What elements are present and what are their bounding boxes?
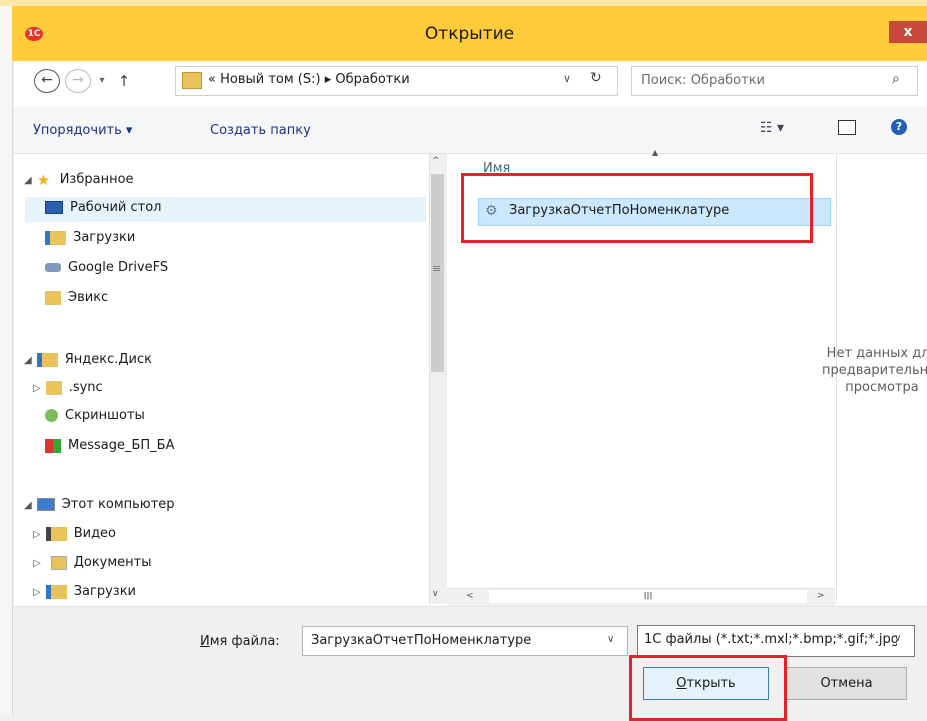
app-icon (45, 438, 61, 453)
screenshots-icon (45, 409, 58, 422)
help-icon[interactable]: ? (891, 119, 907, 135)
search-icon[interactable]: ⌕ (892, 71, 900, 87)
background-window-edge (0, 6, 13, 715)
nav-item[interactable]: ▷ Документы (33, 555, 152, 570)
downloads-folder-icon (45, 230, 66, 245)
collapsed-arrow-icon[interactable]: ▷ (33, 529, 41, 540)
expanded-arrow-icon[interactable]: ◢ (24, 500, 32, 511)
organize-button[interactable]: Упорядочить ▾ (33, 123, 132, 138)
up-button[interactable]: ↑ (114, 69, 134, 93)
nav-item-label: Яндекс.Диск (64, 352, 152, 367)
scroll-left-icon[interactable]: < (466, 591, 474, 601)
nav-item[interactable]: Эвикс (45, 290, 108, 305)
filename-label: Имя файла: (200, 634, 280, 649)
nav-item-label: Рабочий стол (70, 200, 162, 215)
desktop-icon (45, 201, 63, 214)
nav-item-label: Google DriveFS (68, 260, 169, 275)
scroll-right-icon[interactable]: > (817, 591, 825, 601)
expanded-arrow-icon[interactable]: ◢ (24, 175, 32, 186)
nav-item-label: Скриншоты (65, 408, 145, 423)
star-icon: ★ (36, 170, 51, 189)
computer-icon (36, 498, 55, 511)
search-placeholder: Поиск: Обработки (641, 73, 766, 88)
highlight-open-annotation (629, 655, 787, 721)
recent-locations-button[interactable]: ▾ (93, 69, 111, 93)
nav-item[interactable]: ▷ .sync (33, 380, 103, 395)
new-folder-button[interactable]: Создать папку (210, 123, 311, 138)
nav-item-label: .sync (68, 380, 103, 395)
nav-item-label: Загрузки (73, 230, 136, 245)
nav-item[interactable]: Рабочий стол (45, 200, 161, 215)
nav-item[interactable]: ▷ Видео (33, 526, 116, 541)
nav-item-label: Загрузки (73, 584, 136, 599)
folder-icon (45, 290, 61, 305)
forward-button[interactable]: → (65, 69, 91, 93)
video-folder-icon (45, 526, 67, 541)
nav-item-label: Эвикс (68, 290, 109, 305)
nav-item-label: Документы (73, 555, 152, 570)
view-options-icon[interactable]: ☷ ▾ (760, 120, 784, 136)
nav-item-label: Избранное (59, 172, 134, 187)
breadcrumb[interactable]: « Новый том (S:) ▸ Обработки (208, 72, 410, 87)
nav-item[interactable]: Скриншоты (45, 408, 145, 423)
collapsed-arrow-icon[interactable]: ▷ (33, 383, 41, 394)
preview-empty-text: Нет данных для предварительного просмотр… (822, 346, 927, 395)
filetype-value[interactable]: 1С файлы (*.txt;*.mxl;*.bmp;*.gif;*.jpg;… (644, 632, 897, 647)
nav-item[interactable]: Message_БП_БА (45, 438, 174, 453)
nav-item-label: Этот компьютер (61, 497, 175, 512)
refresh-button[interactable]: ↻ (590, 70, 602, 86)
nav-item[interactable]: ◢ Этот компьютер (24, 497, 175, 512)
yandex-disk-icon (36, 352, 58, 367)
documents-folder-icon (45, 555, 67, 570)
nav-item[interactable]: ◢ ★ Избранное (24, 172, 134, 187)
close-button[interactable]: x (889, 21, 927, 43)
folder-icon (182, 72, 202, 89)
drive-icon (45, 263, 61, 272)
nav-item-label: Message_БП_БА (68, 438, 175, 453)
preview-pane-icon[interactable] (838, 120, 856, 135)
file-hscroll-thumb[interactable]: III (489, 590, 807, 603)
filetype-dropdown-icon[interactable]: ∨ (894, 633, 901, 644)
collapsed-arrow-icon[interactable]: ▷ (33, 558, 41, 569)
expanded-arrow-icon[interactable]: ◢ (24, 355, 32, 366)
filename-value[interactable]: ЗагрузкаОтчетПоНоменклатуре (311, 633, 531, 648)
path-dropdown-icon[interactable]: ∨ (563, 72, 571, 85)
nav-item[interactable]: Загрузки (45, 230, 135, 245)
folder-icon (45, 380, 62, 395)
nav-item[interactable]: ▷ Загрузки (33, 584, 136, 599)
collapsed-arrow-icon[interactable]: ▷ (33, 587, 41, 598)
downloads-folder-icon (45, 584, 67, 599)
nav-item[interactable]: Google DriveFS (45, 260, 168, 275)
back-button[interactable]: ← (34, 69, 60, 93)
scroll-down-icon[interactable]: ∨ (432, 589, 439, 599)
sort-ascending-icon: ▲ (652, 148, 659, 157)
cancel-button[interactable]: Отмена (786, 667, 907, 700)
scroll-up-icon[interactable]: ^ (432, 156, 440, 166)
filename-dropdown-icon[interactable]: ∨ (607, 634, 614, 645)
highlight-file-annotation (461, 173, 813, 243)
nav-item[interactable]: ◢ Яндекс.Диск (24, 352, 152, 367)
toolbar (14, 107, 927, 154)
nav-item-label: Видео (73, 526, 117, 541)
scroll-grip-icon: ≡ (432, 262, 442, 275)
window-title: Открытие (424, 24, 515, 44)
